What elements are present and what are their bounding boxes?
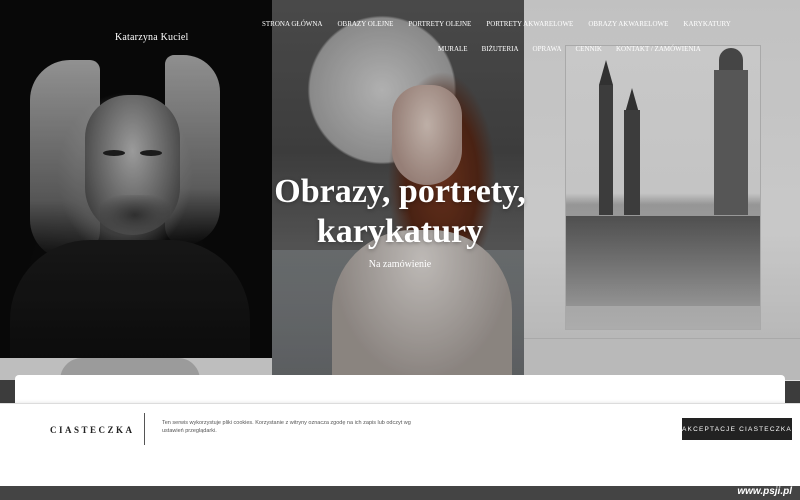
hero-subtitle: Na zamówienie (368, 259, 432, 270)
nav-item-portrety-akwarelowe[interactable]: PORTRETY AKWARELOWE (486, 20, 573, 28)
nav-item-cennik[interactable]: CENNIK (576, 45, 602, 53)
cookie-divider (144, 413, 145, 445)
watermark: www.psji.pl (737, 486, 792, 497)
nav-item-karykatury[interactable]: KARYKATURY (683, 20, 730, 28)
nav-item-kontakt[interactable]: KONTAKT / ZAMÓWIENIA (616, 45, 701, 53)
nav-row-2: MURALE BIŻUTERIA OPRAWA CENNIK KONTAKT /… (438, 45, 715, 53)
hero-title-line-2: karykatury (316, 213, 484, 250)
hero-title: Obrazy, portrety, karykatury (250, 172, 550, 252)
cookie-title: CIASTECZKA (50, 425, 135, 435)
site-logo[interactable]: Katarzyna Kuciel (115, 32, 188, 43)
hero-title-line-1: Obrazy, portrety, (274, 173, 526, 210)
nav-item-obrazy-akwarelowe[interactable]: OBRAZY AKWARELOWE (588, 20, 668, 28)
nav-item-oprawa[interactable]: OPRAWA (533, 45, 562, 53)
footer-strip (0, 486, 800, 500)
accept-cookies-button[interactable]: AKCEPTACJE CIASTECZKA (682, 418, 792, 440)
nav-row-1: STRONA GŁÓWNA OBRAZY OLEJNE PORTRETY OLE… (262, 20, 746, 28)
nav-item-bizuteria[interactable]: BIŻUTERIA (482, 45, 519, 53)
cookie-text: Ten serwis wykorzystuje pliki cookies. K… (162, 420, 411, 434)
nav-item-murale[interactable]: MURALE (438, 45, 468, 53)
nav-item-portrety-olejne[interactable]: PORTRETY OLEJNE (408, 20, 471, 28)
nav-item-obrazy-olejne[interactable]: OBRAZY OLEJNE (337, 20, 393, 28)
cookie-banner: CIASTECZKA Ten serwis wykorzystuje pliki… (0, 403, 800, 487)
nav-item-strona-glowna[interactable]: STRONA GŁÓWNA (262, 20, 322, 28)
